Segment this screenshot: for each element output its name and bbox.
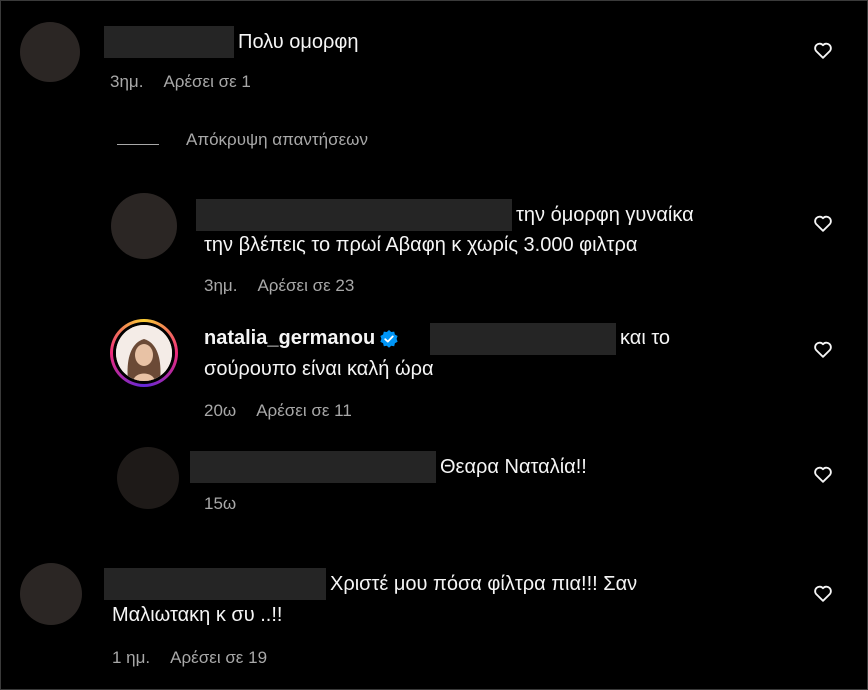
avatar[interactable] [117,447,179,509]
comment-meta: 1 ημ. Αρέσει σε 19 [112,648,267,668]
comment-time: 20ω [204,401,237,420]
comment-text-line2: Μαλιωτακη κ συ ..!! [112,604,283,626]
comment-time: 3ημ. [204,276,238,295]
comment-time: 15ω [204,494,237,513]
likes-count[interactable]: Αρέσει σε 23 [257,276,354,296]
hide-replies-label: Απόκρυψη απαντήσεων [186,130,368,149]
avatar[interactable] [20,563,82,625]
comment-text-line1: και το [620,327,671,349]
comment-time: 3ημ. [110,72,144,91]
likes-count[interactable]: Αρέσει σε 11 [256,401,352,421]
profile-photo [116,325,172,381]
comment-text: Θεαρα Ναταλία!! [440,456,587,478]
redacted-username [190,451,436,483]
redacted-username [196,199,512,231]
comment-text-line2: σούρουπο είναι καλή ώρα [204,358,434,380]
comment-text-line1: Χριστέ μου πόσα φίλτρα πια!!! Σαν [330,573,638,595]
heart-icon[interactable] [812,212,834,234]
hide-replies-button[interactable]: Απόκρυψη απαντήσεων [186,130,368,150]
heart-icon[interactable] [812,338,834,360]
comment-text-line2: την βλέπεις το πρωί Αβαφη κ χωρίς 3.000 … [204,234,638,256]
verified-badge-icon [380,329,398,348]
profile-photo-drawing [116,325,172,381]
redacted-mention [430,323,616,355]
hide-replies-line [117,144,159,145]
username-link[interactable]: natalia_germanou [204,327,375,349]
heart-icon[interactable] [812,582,834,604]
comment-meta: 3ημ. Αρέσει σε 1 [110,72,251,92]
redacted-username [104,26,234,58]
comment-line1: natalia_germanou [204,323,405,354]
heart-icon[interactable] [812,463,834,485]
comment-meta: 15ω [204,494,236,514]
story-ring-gap [113,322,175,384]
avatar[interactable] [20,22,80,82]
comment-meta: 20ω Αρέσει σε 11 [204,401,352,421]
likes-count[interactable]: Αρέσει σε 1 [163,72,250,92]
comment-time: 1 ημ. [112,648,151,667]
heart-icon[interactable] [812,39,834,61]
likes-count[interactable]: Αρέσει σε 19 [170,648,267,668]
story-avatar[interactable] [110,319,178,387]
comment-meta: 3ημ. Αρέσει σε 23 [204,276,354,296]
avatar[interactable] [111,193,177,259]
comment-text-line1: την όμορφη γυναίκα [516,204,694,226]
redacted-username [104,568,326,600]
comment-text: Πολυ ομορφη [238,31,359,53]
